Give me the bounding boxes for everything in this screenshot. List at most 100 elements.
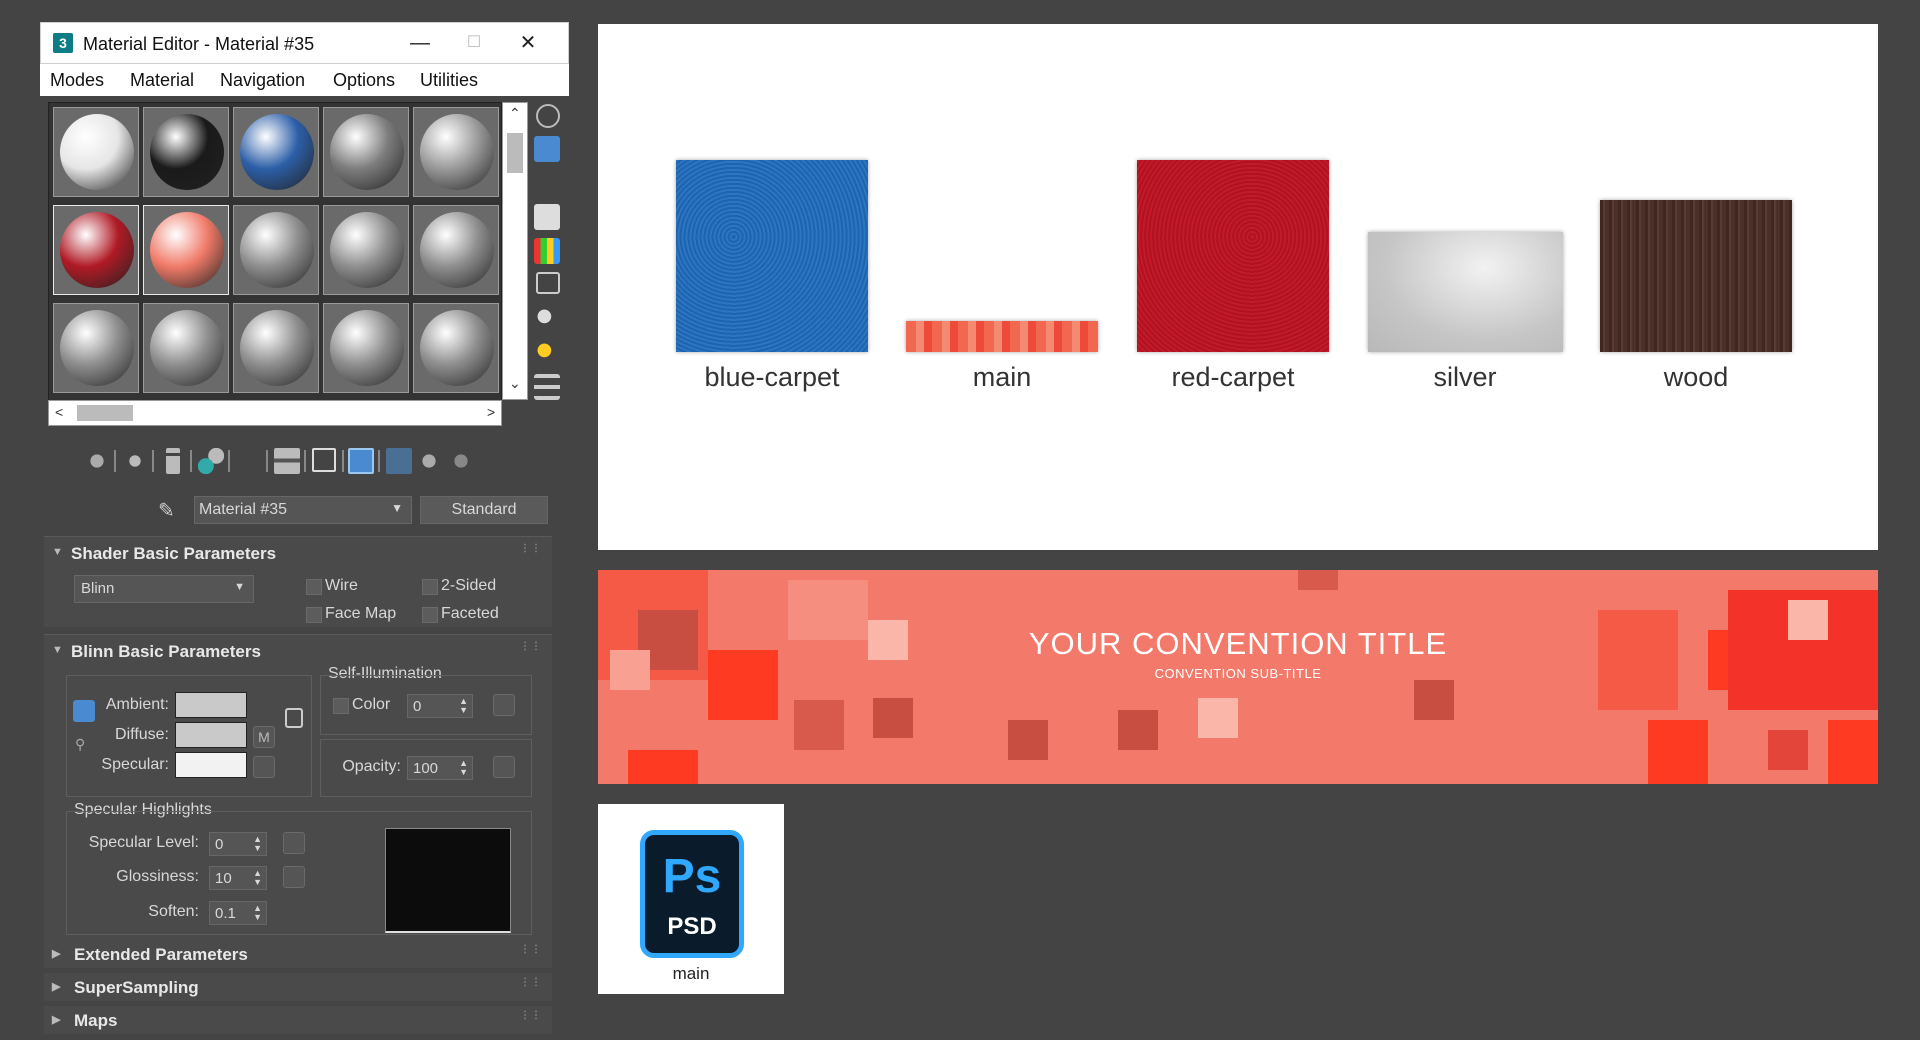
- minimize-button[interactable]: —: [397, 27, 443, 59]
- scroll-left-icon[interactable]: <: [55, 404, 63, 420]
- material-slot[interactable]: [233, 303, 319, 393]
- make-unique-icon[interactable]: [198, 448, 224, 474]
- spinner-arrows-icon[interactable]: ▲ ▼: [459, 697, 468, 715]
- material-name-field[interactable]: Material #35 ▼: [194, 496, 412, 524]
- spinner-arrows-icon[interactable]: ▲ ▼: [253, 904, 262, 922]
- material-slot[interactable]: [413, 205, 499, 295]
- make-preview-icon[interactable]: [536, 272, 560, 294]
- texture-thumbnail[interactable]: [676, 160, 868, 352]
- assign-material-to-selection-icon[interactable]: [122, 448, 148, 474]
- delete-icon[interactable]: [166, 448, 180, 474]
- material-map-navigator-icon[interactable]: [534, 374, 560, 400]
- grip-icon[interactable]: ⋮⋮: [520, 543, 542, 554]
- material-slot[interactable]: [53, 303, 139, 393]
- get-material-icon[interactable]: [52, 448, 78, 474]
- spinner-arrows-icon[interactable]: ▲ ▼: [459, 759, 468, 777]
- two-sided-checkbox[interactable]: [422, 579, 438, 595]
- texture-thumbnail[interactable]: [1368, 232, 1563, 352]
- specular-swatch[interactable]: [175, 752, 247, 778]
- material-slot[interactable]: [53, 205, 139, 295]
- self-illum-spinner[interactable]: 0 ▲ ▼: [407, 694, 473, 718]
- specular-level-map-button[interactable]: [283, 832, 305, 854]
- color-checkbox[interactable]: [333, 698, 349, 714]
- slots-vertical-scrollbar[interactable]: ⌃ ⌄: [502, 102, 528, 400]
- grip-icon[interactable]: ⋮⋮: [520, 944, 542, 955]
- show-shaded-in-viewport-icon[interactable]: [348, 448, 374, 474]
- material-slot[interactable]: [233, 205, 319, 295]
- material-slot[interactable]: [323, 205, 409, 295]
- close-button[interactable]: ✕: [505, 27, 551, 59]
- title-bar[interactable]: 3 Material Editor - Material #35 — ☐ ✕: [40, 22, 569, 64]
- put-to-library-icon[interactable]: [236, 448, 262, 474]
- menu-utilities[interactable]: Utilities: [420, 70, 478, 91]
- material-slot[interactable]: [413, 303, 499, 393]
- faceted-checkbox[interactable]: [422, 607, 438, 623]
- diffuse-map-button[interactable]: M: [253, 726, 275, 748]
- video-color-check-icon[interactable]: [534, 238, 560, 264]
- go-forward-to-sibling-icon[interactable]: [448, 448, 474, 474]
- material-slot[interactable]: [143, 303, 229, 393]
- face-map-checkbox[interactable]: [306, 607, 322, 623]
- put-material-to-scene-icon[interactable]: [84, 448, 110, 474]
- grip-icon[interactable]: ⋮⋮: [520, 977, 542, 988]
- spinner-arrows-icon[interactable]: ▲ ▼: [253, 869, 262, 887]
- material-slot[interactable]: [413, 107, 499, 197]
- material-slot[interactable]: [233, 107, 319, 197]
- menu-navigation[interactable]: Navigation: [220, 70, 305, 91]
- scroll-thumb-h[interactable]: [77, 405, 133, 421]
- glossiness-map-button[interactable]: [283, 866, 305, 888]
- scroll-right-icon[interactable]: >: [487, 404, 495, 420]
- menu-modes[interactable]: Modes: [50, 70, 104, 91]
- material-sphere: [330, 310, 404, 386]
- ambient-swatch[interactable]: [175, 692, 247, 718]
- texture-thumbnail[interactable]: [1137, 160, 1329, 352]
- link-icon[interactable]: ⚲: [75, 736, 85, 753]
- blinn-basic-header[interactable]: ▼ Blinn Basic Parameters ⋮⋮: [44, 635, 552, 667]
- material-id-channel-icon[interactable]: [312, 448, 336, 472]
- specular-level-spinner[interactable]: 0 ▲ ▼: [209, 832, 267, 856]
- scroll-up-icon[interactable]: ⌃: [509, 105, 521, 122]
- opacity-spinner[interactable]: 100 ▲ ▼: [407, 756, 473, 780]
- texture-thumbnail[interactable]: [906, 321, 1098, 352]
- texture-thumbnail[interactable]: [1600, 200, 1792, 352]
- extended-parameters-rollout[interactable]: ▶ Extended Parameters ⋮⋮: [44, 940, 552, 968]
- spinner-arrows-icon[interactable]: ▲ ▼: [253, 835, 262, 853]
- save-material-icon[interactable]: [274, 448, 300, 474]
- shader-type-dropdown[interactable]: Blinn ▼: [74, 575, 254, 603]
- maps-rollout[interactable]: ▶ Maps ⋮⋮: [44, 1006, 552, 1034]
- opacity-map-button[interactable]: [493, 756, 515, 778]
- maximize-button[interactable]: ☐: [451, 27, 497, 59]
- menu-options[interactable]: Options: [333, 70, 395, 91]
- eyedropper-icon[interactable]: ✎: [158, 498, 175, 523]
- grip-icon[interactable]: ⋮⋮: [520, 641, 542, 652]
- backlight-icon[interactable]: [534, 136, 560, 162]
- go-to-parent-icon[interactable]: [416, 448, 442, 474]
- soften-spinner[interactable]: 0.1 ▲ ▼: [209, 901, 267, 925]
- menu-material[interactable]: Material: [130, 70, 194, 91]
- options-icon[interactable]: [534, 306, 560, 332]
- slots-horizontal-scrollbar[interactable]: < >: [48, 400, 502, 426]
- grip-icon[interactable]: ⋮⋮: [520, 1010, 542, 1021]
- psd-file-item[interactable]: Ps PSD main: [598, 804, 784, 994]
- material-slot[interactable]: [53, 107, 139, 197]
- self-illum-map-button[interactable]: [493, 694, 515, 716]
- glossiness-spinner[interactable]: 10 ▲ ▼: [209, 866, 267, 890]
- background-checker-icon[interactable]: [534, 170, 560, 196]
- scroll-thumb[interactable]: [507, 133, 523, 173]
- sample-uv-tiling-icon[interactable]: [534, 204, 560, 230]
- wire-checkbox[interactable]: [306, 579, 322, 595]
- lock-icon[interactable]: [285, 708, 303, 728]
- material-slot[interactable]: [323, 303, 409, 393]
- show-end-result-icon[interactable]: [386, 448, 412, 474]
- material-slot[interactable]: [143, 205, 229, 295]
- shader-basic-header[interactable]: ▼ Shader Basic Parameters ⋮⋮: [44, 537, 552, 569]
- diffuse-swatch[interactable]: [175, 722, 247, 748]
- scroll-down-icon[interactable]: ⌄: [509, 375, 521, 392]
- material-slot[interactable]: [143, 107, 229, 197]
- specular-map-button[interactable]: [253, 756, 275, 778]
- material-type-button[interactable]: Standard: [420, 496, 548, 524]
- select-by-material-icon[interactable]: [534, 340, 560, 366]
- supersampling-rollout[interactable]: ▶ SuperSampling ⋮⋮: [44, 973, 552, 1001]
- sample-type-icon[interactable]: [536, 104, 560, 128]
- material-slot[interactable]: [323, 107, 409, 197]
